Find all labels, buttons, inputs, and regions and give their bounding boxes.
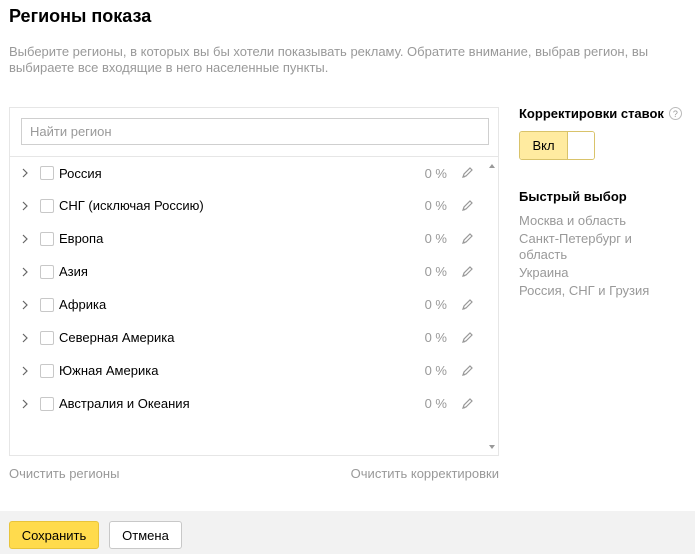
- regions-panel: Россия 0 % СНГ (исключая Россию) 0 % Европа 0…: [9, 107, 499, 456]
- region-percent: 0 %: [424, 363, 447, 378]
- region-row[interactable]: Африка 0 %: [10, 288, 486, 321]
- region-row[interactable]: Австралия и Океания 0 %: [10, 387, 486, 420]
- region-checkbox[interactable]: [40, 330, 54, 345]
- adjustments-title: Корректировки ставок ?: [519, 106, 682, 121]
- search-input[interactable]: [21, 118, 489, 145]
- save-button[interactable]: Сохранить: [9, 521, 99, 549]
- region-row[interactable]: Европа 0 %: [10, 222, 486, 255]
- pencil-icon[interactable]: [460, 166, 474, 180]
- region-percent: 0 %: [424, 330, 447, 345]
- chevron-right-icon[interactable]: [20, 399, 30, 409]
- toggle-on-label: Вкл: [520, 132, 567, 159]
- clear-regions-link[interactable]: Очистить регионы: [9, 466, 119, 481]
- pencil-icon[interactable]: [460, 199, 474, 213]
- chevron-right-icon[interactable]: [20, 234, 30, 244]
- region-row[interactable]: Южная Америка 0 %: [10, 354, 486, 387]
- chevron-right-icon[interactable]: [20, 168, 30, 178]
- adjustments-title-label: Корректировки ставок: [519, 106, 664, 121]
- scrollbar[interactable]: [486, 157, 498, 455]
- region-row[interactable]: СНГ (исключая Россию) 0 %: [10, 189, 486, 222]
- region-row[interactable]: Азия 0 %: [10, 255, 486, 288]
- pencil-icon[interactable]: [460, 232, 474, 246]
- region-percent: 0 %: [424, 165, 447, 181]
- region-checkbox[interactable]: [40, 231, 54, 246]
- pencil-icon[interactable]: [460, 397, 474, 411]
- region-row[interactable]: Северная Америка 0 %: [10, 321, 486, 354]
- region-percent: 0 %: [424, 198, 447, 213]
- region-checkbox[interactable]: [40, 297, 54, 312]
- chevron-right-icon[interactable]: [20, 300, 30, 310]
- region-percent: 0 %: [424, 231, 447, 246]
- region-name: Россия: [59, 165, 102, 181]
- toggle-knob: [567, 132, 594, 159]
- region-name: СНГ (исключая Россию): [59, 198, 204, 213]
- clear-adjustments-link[interactable]: Очистить корректировки: [351, 466, 499, 481]
- chevron-right-icon[interactable]: [20, 333, 30, 343]
- region-checkbox[interactable]: [40, 198, 54, 213]
- region-percent: 0 %: [424, 264, 447, 279]
- page-description: Выберите регионы, в которых вы бы хотели…: [9, 44, 649, 75]
- region-name: Австралия и Океания: [59, 396, 190, 411]
- region-checkbox[interactable]: [40, 363, 54, 378]
- quick-select-item[interactable]: Санкт-Петербург и область: [519, 231, 679, 263]
- footer: Сохранить Отмена: [0, 511, 695, 554]
- scroll-up-icon[interactable]: [489, 164, 495, 168]
- pencil-icon[interactable]: [460, 331, 474, 345]
- region-percent: 0 %: [424, 396, 447, 411]
- quick-select-title: Быстрый выбор: [519, 189, 627, 204]
- pencil-icon[interactable]: [460, 364, 474, 378]
- region-checkbox[interactable]: [40, 396, 54, 411]
- region-name: Азия: [59, 264, 88, 279]
- region-percent: 0 %: [424, 297, 447, 312]
- pencil-icon[interactable]: [460, 298, 474, 312]
- quick-select-item[interactable]: Москва и область: [519, 213, 679, 229]
- cancel-button[interactable]: Отмена: [109, 521, 182, 549]
- adjustments-toggle[interactable]: Вкл: [519, 131, 595, 160]
- region-name: Северная Америка: [59, 330, 175, 345]
- quick-select-list: Москва и область Санкт-Петербург и област…: [519, 213, 679, 301]
- region-name: Африка: [59, 297, 107, 312]
- help-icon[interactable]: ?: [668, 107, 682, 120]
- region-name: Южная Америка: [59, 363, 159, 378]
- region-name: Европа: [59, 231, 104, 246]
- quick-select-item[interactable]: Россия, СНГ и Грузия: [519, 283, 679, 299]
- pencil-icon[interactable]: [460, 265, 474, 279]
- chevron-right-icon[interactable]: [20, 366, 30, 376]
- region-row[interactable]: Россия 0 %: [10, 157, 486, 189]
- quick-select-item[interactable]: Украина: [519, 265, 679, 281]
- chevron-right-icon[interactable]: [20, 201, 30, 211]
- chevron-right-icon[interactable]: [20, 267, 30, 277]
- page-title: Регионы показа: [9, 6, 152, 26]
- regions-list: Россия 0 % СНГ (исключая Россию) 0 % Европа 0…: [10, 157, 486, 420]
- region-checkbox[interactable]: [40, 264, 54, 279]
- region-checkbox[interactable]: [40, 166, 54, 180]
- scroll-down-icon[interactable]: [489, 445, 495, 449]
